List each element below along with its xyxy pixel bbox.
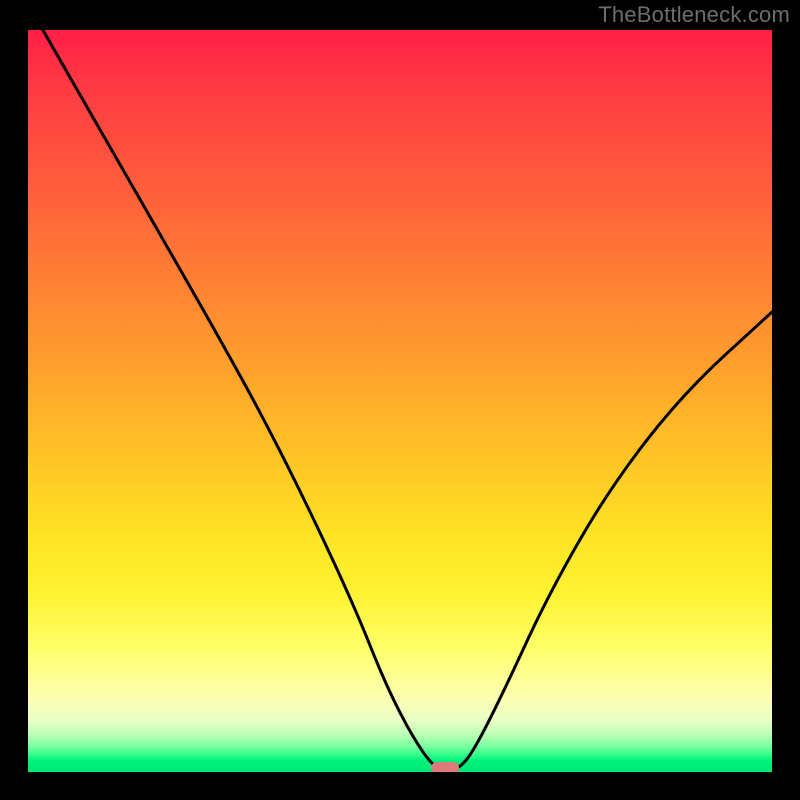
chart-frame: TheBottleneck.com (0, 0, 800, 800)
bottleneck-curve (28, 30, 772, 772)
plot-area (28, 30, 772, 772)
optimal-marker (431, 762, 459, 772)
watermark-text: TheBottleneck.com (598, 2, 790, 28)
